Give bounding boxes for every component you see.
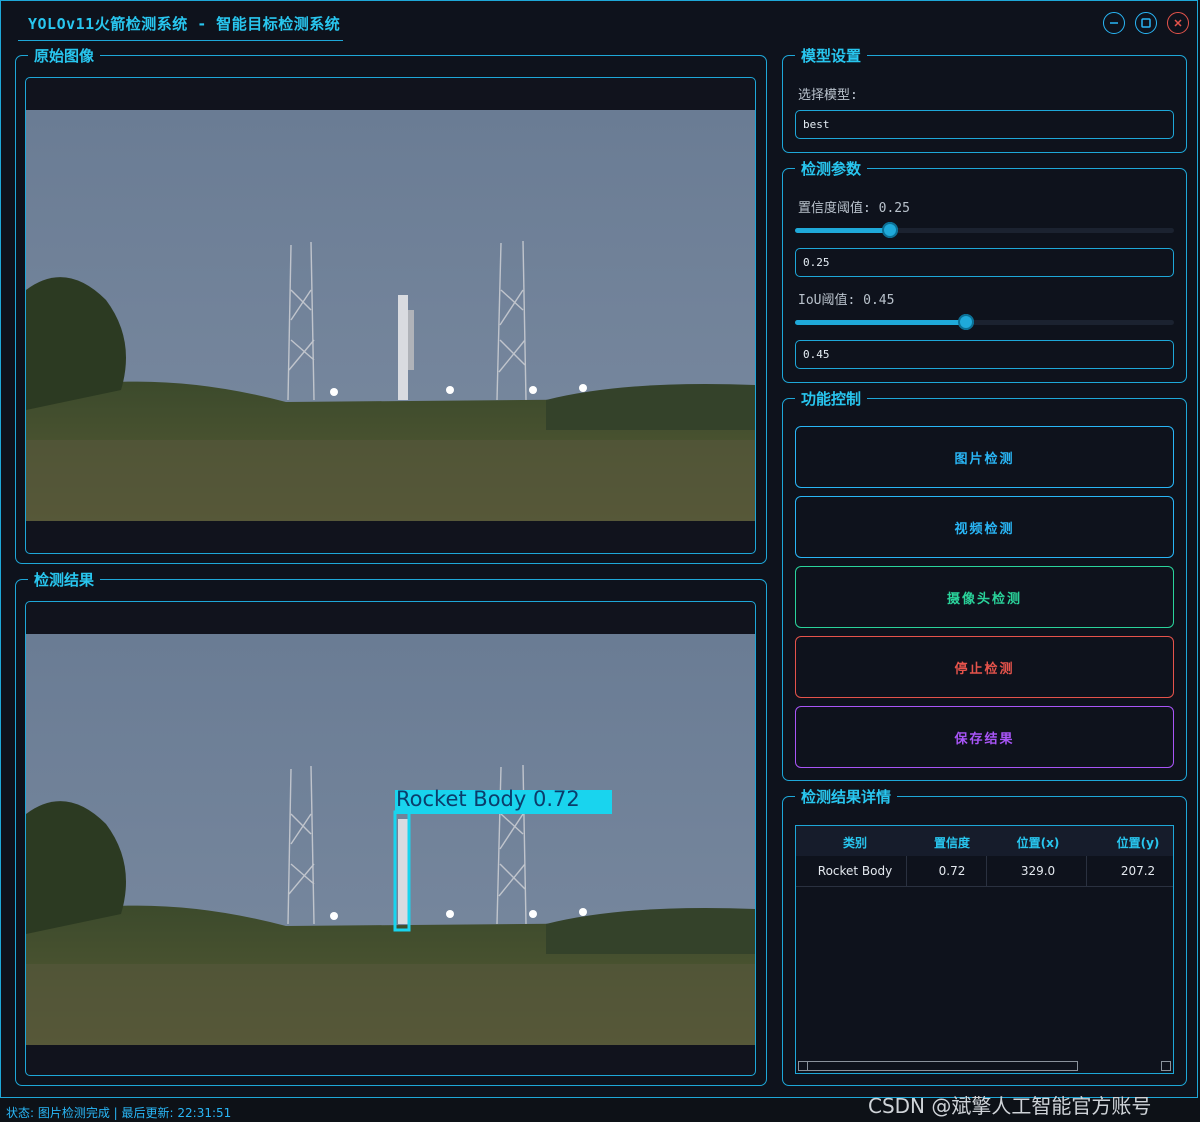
row-divider (906, 856, 907, 886)
close-icon (1174, 19, 1182, 27)
video-detect-button[interactable]: 视频检测 (795, 496, 1174, 558)
model-select-label: 选择模型: (798, 88, 858, 103)
confidence-input[interactable]: 0.25 (795, 248, 1174, 277)
close-button[interactable] (1167, 12, 1189, 34)
row-divider (1086, 856, 1087, 886)
result-image-title: 检测结果 (28, 571, 101, 589)
image-detect-button[interactable]: 图片检测 (795, 426, 1174, 488)
window-title: YOLOv11火箭检测系统 - 智能目标检测系统 (28, 15, 341, 33)
stop-detect-button[interactable]: 停止检测 (795, 636, 1174, 698)
iou-slider-handle[interactable] (957, 314, 974, 330)
confidence-slider[interactable] (795, 220, 1174, 240)
cell-confidence: 0.72 (938, 864, 966, 878)
watermark: CSDN @斌擎人工智能官方账号 (868, 1094, 1152, 1118)
original-image-title: 原始图像 (28, 47, 101, 65)
minimize-button[interactable] (1103, 12, 1125, 34)
iou-input[interactable]: 0.45 (795, 340, 1174, 369)
table-row[interactable]: Rocket Body 0.72 329.0 207.2 (796, 856, 1173, 887)
original-image (26, 110, 755, 521)
detection-label: Rocket Body 0.72 (396, 787, 580, 811)
results-table[interactable]: 类别 置信度 位置(x) 位置(y) Rocket Body 0.72 329.… (795, 825, 1174, 1074)
iou-slider[interactable] (795, 312, 1174, 332)
title-bar: YOLOv11火箭检测系统 - 智能目标检测系统 (1, 1, 1199, 43)
cell-y: 207.2 (1120, 864, 1156, 878)
cell-class: Rocket Body (817, 864, 893, 878)
column-header-y[interactable]: 位置(y) (1088, 834, 1173, 851)
confidence-label: 置信度阈值: 0.25 (798, 201, 910, 216)
camera-detect-button[interactable]: 摄像头检测 (795, 566, 1174, 628)
column-header-x[interactable]: 位置(x) (988, 834, 1088, 851)
confidence-slider-handle[interactable] (881, 222, 898, 238)
result-image (26, 634, 755, 1045)
confidence-slider-fill (795, 228, 890, 233)
scroll-left-button[interactable] (798, 1061, 808, 1071)
detection-params-title: 检测参数 (795, 160, 868, 178)
minimize-icon (1110, 22, 1118, 24)
function-controls-title: 功能控制 (795, 390, 868, 408)
maximize-button[interactable] (1135, 12, 1157, 34)
scroll-right-button[interactable] (1161, 1061, 1171, 1071)
column-header-class[interactable]: 类别 (796, 834, 914, 851)
horizontal-scrollbar[interactable] (798, 1061, 1078, 1071)
result-details-title: 检测结果详情 (795, 788, 898, 806)
iou-label: IoU阈值: 0.45 (798, 293, 895, 308)
maximize-icon (1141, 18, 1151, 28)
model-settings-title: 模型设置 (795, 47, 868, 65)
results-table-header: 类别 置信度 位置(x) 位置(y) (796, 826, 1173, 856)
column-header-confidence[interactable]: 置信度 (906, 834, 998, 851)
original-image-frame (25, 77, 756, 554)
app-window: YOLOv11火箭检测系统 - 智能目标检测系统 原始图像 检测结果 Rocke… (0, 0, 1198, 1098)
cell-x: 329.0 (1020, 864, 1056, 878)
row-divider (986, 856, 987, 886)
model-select[interactable]: best (795, 110, 1174, 139)
save-result-button[interactable]: 保存结果 (795, 706, 1174, 768)
iou-slider-fill (795, 320, 966, 325)
result-image-frame: Rocket Body 0.72 (25, 601, 756, 1076)
